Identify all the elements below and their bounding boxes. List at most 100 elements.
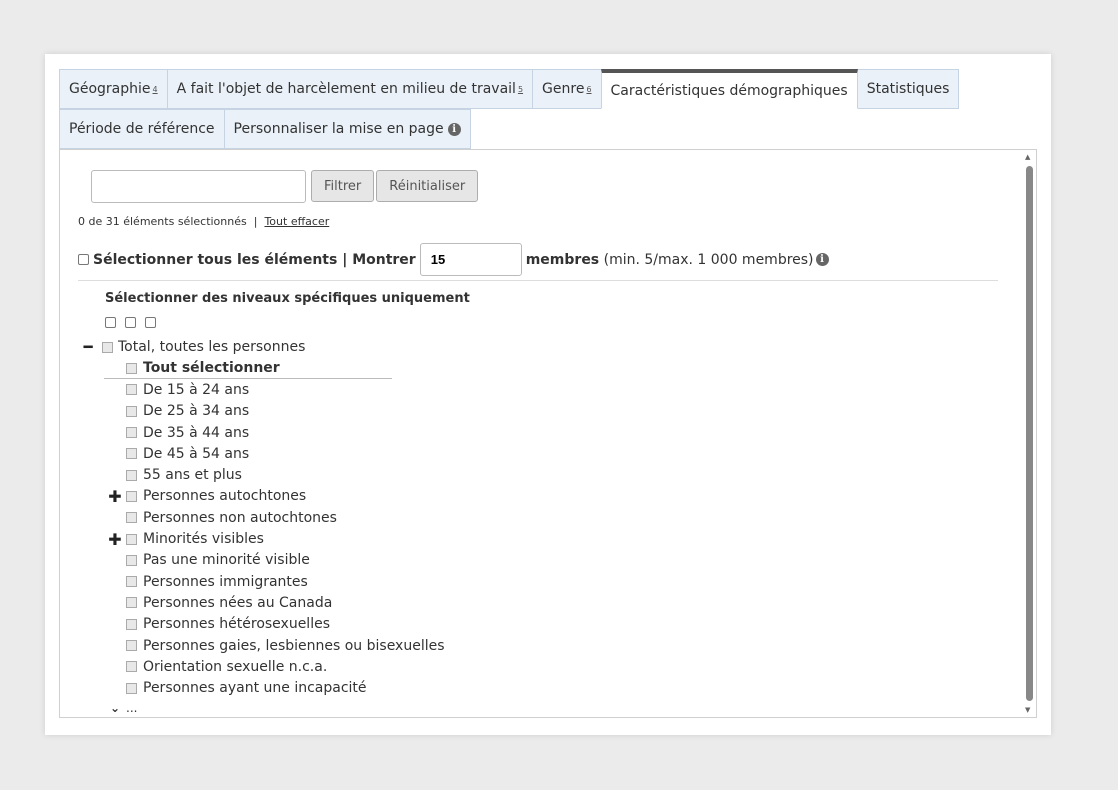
tree-item[interactable]: Personnes non autochtones bbox=[104, 507, 445, 528]
tree-item[interactable]: Pas une minorité visible bbox=[104, 550, 445, 571]
show-more-item[interactable]: ⌄... bbox=[104, 699, 445, 717]
tree-item-checkbox[interactable] bbox=[126, 427, 137, 439]
dimension-panel: Géographie 4 A fait l'objet de harcèlement… bbox=[45, 54, 1051, 735]
reset-button[interactable]: Réinitialiser bbox=[376, 170, 479, 202]
tree-item-checkbox[interactable] bbox=[126, 405, 137, 417]
tree-item[interactable]: ✚ Personnes autochtones bbox=[104, 486, 445, 507]
tree-item[interactable]: ✚ Minorités visibles bbox=[104, 528, 445, 549]
tree-item-checkbox[interactable] bbox=[126, 384, 137, 396]
filter-button[interactable]: Filtrer bbox=[311, 170, 375, 202]
info-icon[interactable]: i bbox=[447, 122, 461, 136]
selection-count: 0 de 31 éléments sélectionnés bbox=[78, 215, 247, 228]
tree-item-checkbox[interactable] bbox=[126, 554, 137, 566]
info-icon[interactable]: i bbox=[815, 253, 829, 266]
tree-item[interactable]: De 45 à 54 ans bbox=[104, 443, 445, 464]
select-all-checkbox[interactable] bbox=[78, 254, 89, 265]
tree-item[interactable]: Personnes immigrantes bbox=[104, 571, 445, 592]
tree-item[interactable]: Personnes hétérosexuelles bbox=[104, 614, 445, 635]
footnote-link[interactable]: 4 bbox=[153, 85, 158, 94]
tree-item-label: Minorités visibles bbox=[143, 531, 264, 548]
tab-4[interactable]: Statistiques bbox=[856, 69, 960, 109]
scroll-up-arrow-icon[interactable]: ▲ bbox=[1025, 153, 1030, 161]
tree-item-checkbox[interactable] bbox=[126, 469, 137, 481]
separator: | bbox=[253, 215, 258, 228]
level-checkboxes bbox=[105, 317, 156, 328]
tab-2[interactable]: Genre 6 bbox=[532, 69, 602, 109]
tree-item-checkbox[interactable] bbox=[126, 682, 137, 694]
tab-label: A fait l'objet de harcèlement en milieu … bbox=[176, 81, 516, 97]
tree-item-checkbox[interactable] bbox=[126, 640, 137, 651]
tree-item-label: Pas une minorité visible bbox=[143, 552, 310, 569]
clear-all-link[interactable]: Tout effacer bbox=[264, 215, 329, 228]
root-label: Total, toutes les personnes bbox=[118, 339, 306, 355]
footnote-link[interactable]: 5 bbox=[518, 85, 523, 94]
select-all-row: Sélectionner tous les éléments | Montrer… bbox=[78, 243, 829, 276]
divider bbox=[78, 280, 998, 281]
root-checkbox[interactable] bbox=[102, 341, 113, 353]
tree-item[interactable]: Personnes gaies, lesbiennes ou bisexuell… bbox=[104, 635, 445, 656]
show-more-label: ... bbox=[126, 700, 138, 715]
tree-item-label: Personnes hétérosexuelles bbox=[143, 616, 330, 633]
scroll-down-arrow-icon[interactable]: ▼ bbox=[1025, 706, 1030, 714]
tree-item-label: Personnes nées au Canada bbox=[143, 594, 333, 611]
select-all-children-checkbox[interactable] bbox=[126, 362, 137, 374]
tree-item-checkbox[interactable] bbox=[126, 618, 137, 630]
tree-item-label: De 45 à 54 ans bbox=[143, 445, 250, 462]
tree-item-checkbox[interactable] bbox=[126, 597, 137, 609]
chevron-down-icon[interactable]: ⌄ bbox=[104, 701, 126, 715]
tree-item-label: De 35 à 44 ans bbox=[143, 424, 250, 441]
levels-heading: Sélectionner des niveaux spécifiques uni… bbox=[105, 291, 470, 306]
tree-item[interactable]: De 25 à 34 ans bbox=[104, 401, 445, 422]
select-all-label: Sélectionner tous les éléments | Montrer bbox=[93, 251, 416, 268]
tree-item-checkbox[interactable] bbox=[126, 448, 137, 460]
tab-row2-1[interactable]: Personnaliser la mise en page i bbox=[223, 109, 471, 149]
members-label: membres bbox=[525, 251, 600, 268]
expand-icon[interactable]: ✚ bbox=[104, 530, 126, 549]
level-2-checkbox[interactable] bbox=[125, 317, 136, 328]
collapse-icon[interactable]: ━ bbox=[82, 338, 94, 356]
tree-item-checkbox[interactable] bbox=[126, 661, 137, 673]
expand-icon[interactable]: ✚ bbox=[104, 487, 126, 506]
tree-item-checkbox[interactable] bbox=[126, 512, 137, 524]
filter-input[interactable] bbox=[91, 170, 306, 203]
tree-item-label: Personnes gaies, lesbiennes ou bisexuell… bbox=[143, 637, 445, 654]
tree-item-label: De 15 à 24 ans bbox=[143, 381, 250, 398]
tab-0[interactable]: Géographie 4 bbox=[59, 69, 168, 109]
select-all-children-item[interactable]: Tout sélectionner bbox=[104, 358, 392, 380]
tree-root-item[interactable]: ━ Total, toutes les personnes bbox=[82, 338, 305, 356]
tree-item[interactable]: 55 ans et plus bbox=[104, 464, 445, 485]
tree-item-label: De 25 à 34 ans bbox=[143, 403, 250, 420]
scroll-thumb[interactable] bbox=[1026, 166, 1033, 701]
select-all-children-label: Tout sélectionner bbox=[143, 360, 280, 377]
tab-row-1: Géographie 4 A fait l'objet de harcèlement… bbox=[59, 69, 1039, 109]
tree-item-label: 55 ans et plus bbox=[143, 467, 242, 484]
tree-item-label: Personnes immigrantes bbox=[143, 573, 308, 590]
tree-item-label: Orientation sexuelle n.c.a. bbox=[143, 658, 328, 675]
tree-item[interactable]: De 35 à 44 ans bbox=[104, 422, 445, 443]
tree-children: Tout sélectionner De 15 à 24 ans De 25 à … bbox=[104, 358, 445, 717]
tab-row-2: Période de référence Personnaliser la mis… bbox=[59, 109, 1039, 149]
members-hint: (min. 5/max. 1 000 membres) bbox=[603, 251, 814, 268]
level-1-checkbox[interactable] bbox=[105, 317, 116, 328]
tree-item-checkbox[interactable] bbox=[126, 533, 137, 545]
tab-3[interactable]: Caractéristiques démographiques bbox=[600, 69, 858, 109]
scrollbar[interactable]: ▲ ▼ bbox=[1022, 150, 1036, 717]
tree-item-label: Personnes autochtones bbox=[143, 488, 307, 505]
members-count-input[interactable] bbox=[419, 243, 522, 276]
tree-item-label: Personnes non autochtones bbox=[143, 509, 337, 526]
tree-item-checkbox[interactable] bbox=[126, 576, 137, 588]
footnote-link[interactable]: 6 bbox=[586, 85, 591, 94]
tab-label: Statistiques bbox=[866, 81, 950, 97]
tab-label: Géographie bbox=[69, 81, 151, 97]
tab-row2-0[interactable]: Période de référence bbox=[59, 109, 225, 149]
tab-label: Caractéristiques démographiques bbox=[610, 82, 848, 99]
filter-row: Filtrer Réinitialiser bbox=[91, 170, 479, 203]
tab-1[interactable]: A fait l'objet de harcèlement en milieu … bbox=[166, 69, 534, 109]
tree-item-label: Personnes ayant une incapacité bbox=[143, 680, 367, 697]
level-3-checkbox[interactable] bbox=[145, 317, 156, 328]
tree-item[interactable]: De 15 à 24 ans bbox=[104, 379, 445, 400]
tree-item-checkbox[interactable] bbox=[126, 490, 137, 502]
tree-item[interactable]: Personnes nées au Canada bbox=[104, 592, 445, 613]
tree-item[interactable]: Orientation sexuelle n.c.a. bbox=[104, 656, 445, 677]
tree-item[interactable]: Personnes ayant une incapacité bbox=[104, 677, 445, 698]
